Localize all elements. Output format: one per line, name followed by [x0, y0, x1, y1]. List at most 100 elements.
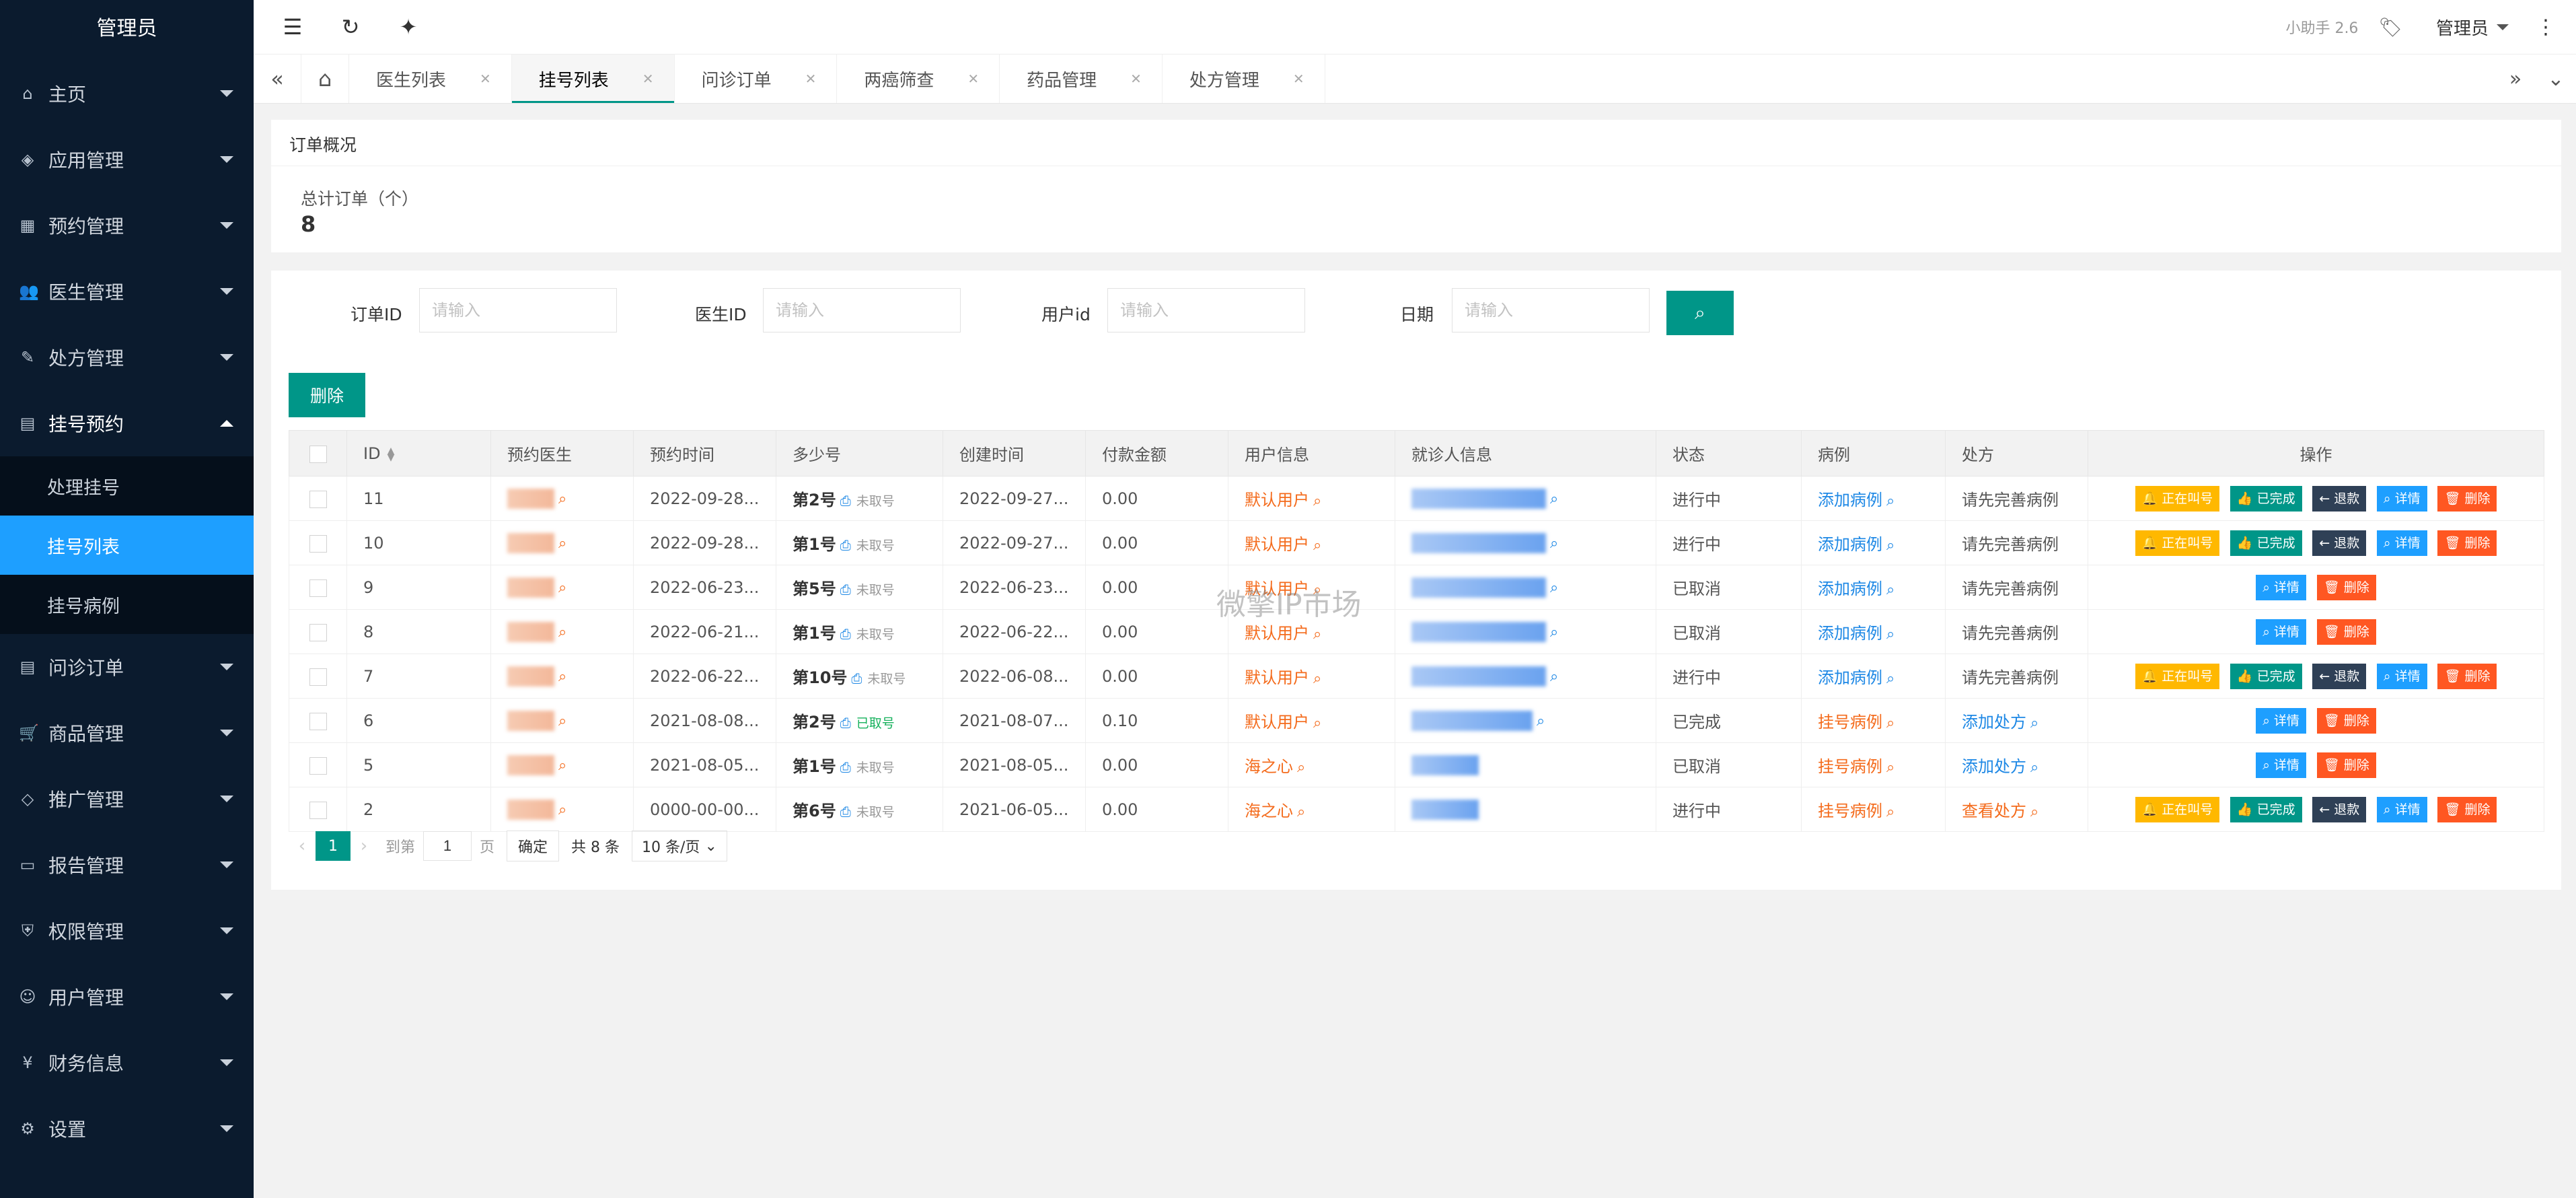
detail-button[interactable]: ⌕ 详情 — [2256, 574, 2306, 600]
search-icon[interactable]: ⌕ — [1313, 493, 1321, 509]
tag-icon[interactable]: 🏷 — [2378, 16, 2402, 38]
search-icon[interactable]: ⌕ — [558, 535, 566, 552]
calling-button[interactable]: 🔔 正在叫号 — [2135, 663, 2220, 689]
refund-button[interactable]: ← 退款 — [2312, 663, 2367, 689]
search-icon[interactable]: ⌕ — [1886, 493, 1894, 509]
tab-home-icon[interactable]: ⌂ — [301, 55, 349, 103]
detail-button[interactable]: ⌕ 详情 — [2376, 796, 2427, 822]
sidebar-item-prescriptions[interactable]: ✎ 处方管理 — [0, 324, 254, 390]
next-page-icon[interactable]: › — [351, 836, 377, 856]
search-icon[interactable]: ⌕ — [1886, 537, 1894, 554]
caret-down-icon[interactable] — [2497, 24, 2509, 30]
search-icon[interactable]: ⌕ — [558, 757, 566, 774]
sidebar-item-apps[interactable]: ◈ 应用管理 — [0, 127, 254, 192]
search-icon[interactable]: ⌕ — [1297, 759, 1305, 776]
search-icon[interactable]: ⌕ — [558, 624, 566, 641]
refund-button[interactable]: ← 退款 — [2312, 796, 2367, 822]
search-icon[interactable]: ⌕ — [1313, 626, 1321, 643]
row-checkbox[interactable] — [309, 490, 327, 508]
user-menu[interactable]: 管理员 — [2436, 15, 2489, 40]
user-id-input[interactable] — [1107, 288, 1305, 332]
printer-icon[interactable]: ⎙ — [840, 537, 851, 553]
calling-button[interactable]: 🔔 正在叫号 — [2135, 485, 2220, 512]
complete-button[interactable]: 👍 已完成 — [2230, 485, 2302, 512]
search-icon[interactable]: ⌕ — [1886, 670, 1894, 687]
detail-button[interactable]: ⌕ 详情 — [2376, 485, 2427, 512]
detail-button[interactable]: ⌕ 详情 — [2256, 619, 2306, 645]
date-input[interactable] — [1452, 288, 1650, 332]
search-icon[interactable]: ⌕ — [1886, 759, 1894, 776]
row-checkbox[interactable] — [309, 534, 327, 553]
sidebar-item-settings[interactable]: ⚙ 设置 — [0, 1096, 254, 1162]
search-icon[interactable]: ⌕ — [2030, 715, 2038, 732]
row-checkbox[interactable] — [309, 801, 327, 819]
detail-button[interactable]: ⌕ 详情 — [2376, 663, 2427, 689]
search-icon[interactable]: ⌕ — [1550, 624, 1558, 641]
printer-icon[interactable]: ⎙ — [840, 715, 851, 731]
search-icon[interactable]: ⌕ — [558, 713, 566, 730]
sidebar-item-permissions[interactable]: ⛨ 权限管理 — [0, 898, 254, 964]
refund-button[interactable]: ← 退款 — [2312, 485, 2367, 512]
search-icon[interactable]: ⌕ — [1313, 582, 1321, 598]
search-icon[interactable]: ⌕ — [1550, 668, 1558, 685]
row-checkbox[interactable] — [309, 712, 327, 730]
tab-doctor-list[interactable]: 医生列表 ✕ — [349, 55, 512, 103]
sort-icon[interactable]: ▲ ▼ — [388, 446, 395, 462]
row-checkbox[interactable] — [309, 623, 327, 641]
close-icon[interactable]: ✕ — [967, 71, 979, 87]
sidebar-subitem-list[interactable]: 挂号列表 — [0, 516, 254, 575]
search-icon[interactable]: ⌕ — [1886, 582, 1894, 598]
search-icon[interactable]: ⌕ — [1550, 491, 1558, 507]
sidebar-item-reports[interactable]: ▭ 报告管理 — [0, 832, 254, 898]
search-icon[interactable]: ⌕ — [1886, 715, 1894, 732]
search-icon[interactable]: ⌕ — [1886, 626, 1894, 643]
sidebar-item-appointments[interactable]: ▦ 预约管理 — [0, 192, 254, 258]
search-icon[interactable]: ⌕ — [2030, 804, 2038, 820]
search-icon[interactable]: ⌕ — [1537, 713, 1545, 730]
goto-confirm-button[interactable]: 确定 — [507, 831, 560, 861]
tab-prescription-management[interactable]: 处方管理 ✕ — [1163, 55, 1325, 103]
detail-button[interactable]: ⌕ 详情 — [2256, 707, 2306, 734]
printer-icon[interactable]: ⎙ — [840, 759, 851, 775]
printer-icon[interactable]: ⎙ — [840, 493, 851, 509]
tabs-scroll-left-icon[interactable]: « — [254, 55, 301, 103]
delete-row-button[interactable]: 🗑 删除 — [2316, 574, 2376, 600]
printer-icon[interactable]: ⎙ — [840, 626, 851, 642]
search-icon[interactable]: ⌕ — [1550, 579, 1558, 596]
delete-row-button[interactable]: 🗑 删除 — [2316, 707, 2376, 734]
page-1-button[interactable]: 1 — [316, 831, 351, 861]
tabs-scroll-right-icon[interactable]: » — [2495, 55, 2536, 103]
search-button[interactable]: ⌕ — [1666, 291, 1734, 335]
sidebar-item-promotion[interactable]: ◇ 推广管理 — [0, 766, 254, 832]
calling-button[interactable]: 🔔 正在叫号 — [2135, 796, 2220, 822]
col-id[interactable]: ID ▲ ▼ — [346, 430, 491, 477]
search-icon[interactable]: ⌕ — [1313, 670, 1321, 687]
close-icon[interactable]: ✕ — [642, 71, 654, 87]
delete-row-button[interactable]: 🗑 删除 — [2437, 663, 2497, 689]
row-checkbox[interactable] — [309, 579, 327, 597]
sidebar-item-users[interactable]: ☺ 用户管理 — [0, 964, 254, 1030]
tab-cancer-screening[interactable]: 两癌筛查 ✕ — [837, 55, 1000, 103]
search-icon[interactable]: ⌕ — [1313, 537, 1321, 554]
sidebar-subitem-cases[interactable]: 挂号病例 — [0, 575, 254, 634]
select-all-checkbox[interactable] — [309, 445, 327, 463]
sidebar-item-finance[interactable]: ¥ 财务信息 — [0, 1030, 254, 1096]
complete-button[interactable]: 👍 已完成 — [2230, 663, 2302, 689]
search-icon[interactable]: ⌕ — [558, 802, 566, 818]
page-size-select[interactable]: 10 条/页 ⌄ — [632, 831, 727, 861]
search-icon[interactable]: ⌕ — [558, 491, 566, 507]
tabs-dropdown-icon[interactable]: ⌄ — [2536, 55, 2576, 103]
more-vertical-icon[interactable]: ⋮ — [2536, 15, 2556, 39]
search-icon[interactable]: ⌕ — [1550, 535, 1558, 552]
delete-row-button[interactable]: 🗑 删除 — [2437, 485, 2497, 512]
prev-page-icon[interactable]: ‹ — [289, 836, 316, 856]
sidebar-item-registration[interactable]: ▤ 挂号预约 — [0, 390, 254, 456]
close-icon[interactable]: ✕ — [1130, 71, 1142, 87]
refresh-icon[interactable]: ↻ — [332, 8, 369, 46]
sidebar-item-consult-orders[interactable]: ▤ 问诊订单 — [0, 634, 254, 700]
row-checkbox[interactable] — [309, 756, 327, 775]
search-icon[interactable]: ⌕ — [1886, 804, 1894, 820]
delete-row-button[interactable]: 🗑 删除 — [2316, 619, 2376, 645]
delete-row-button[interactable]: 🗑 删除 — [2437, 530, 2497, 556]
sidebar-item-doctors[interactable]: 👥 医生管理 — [0, 258, 254, 324]
